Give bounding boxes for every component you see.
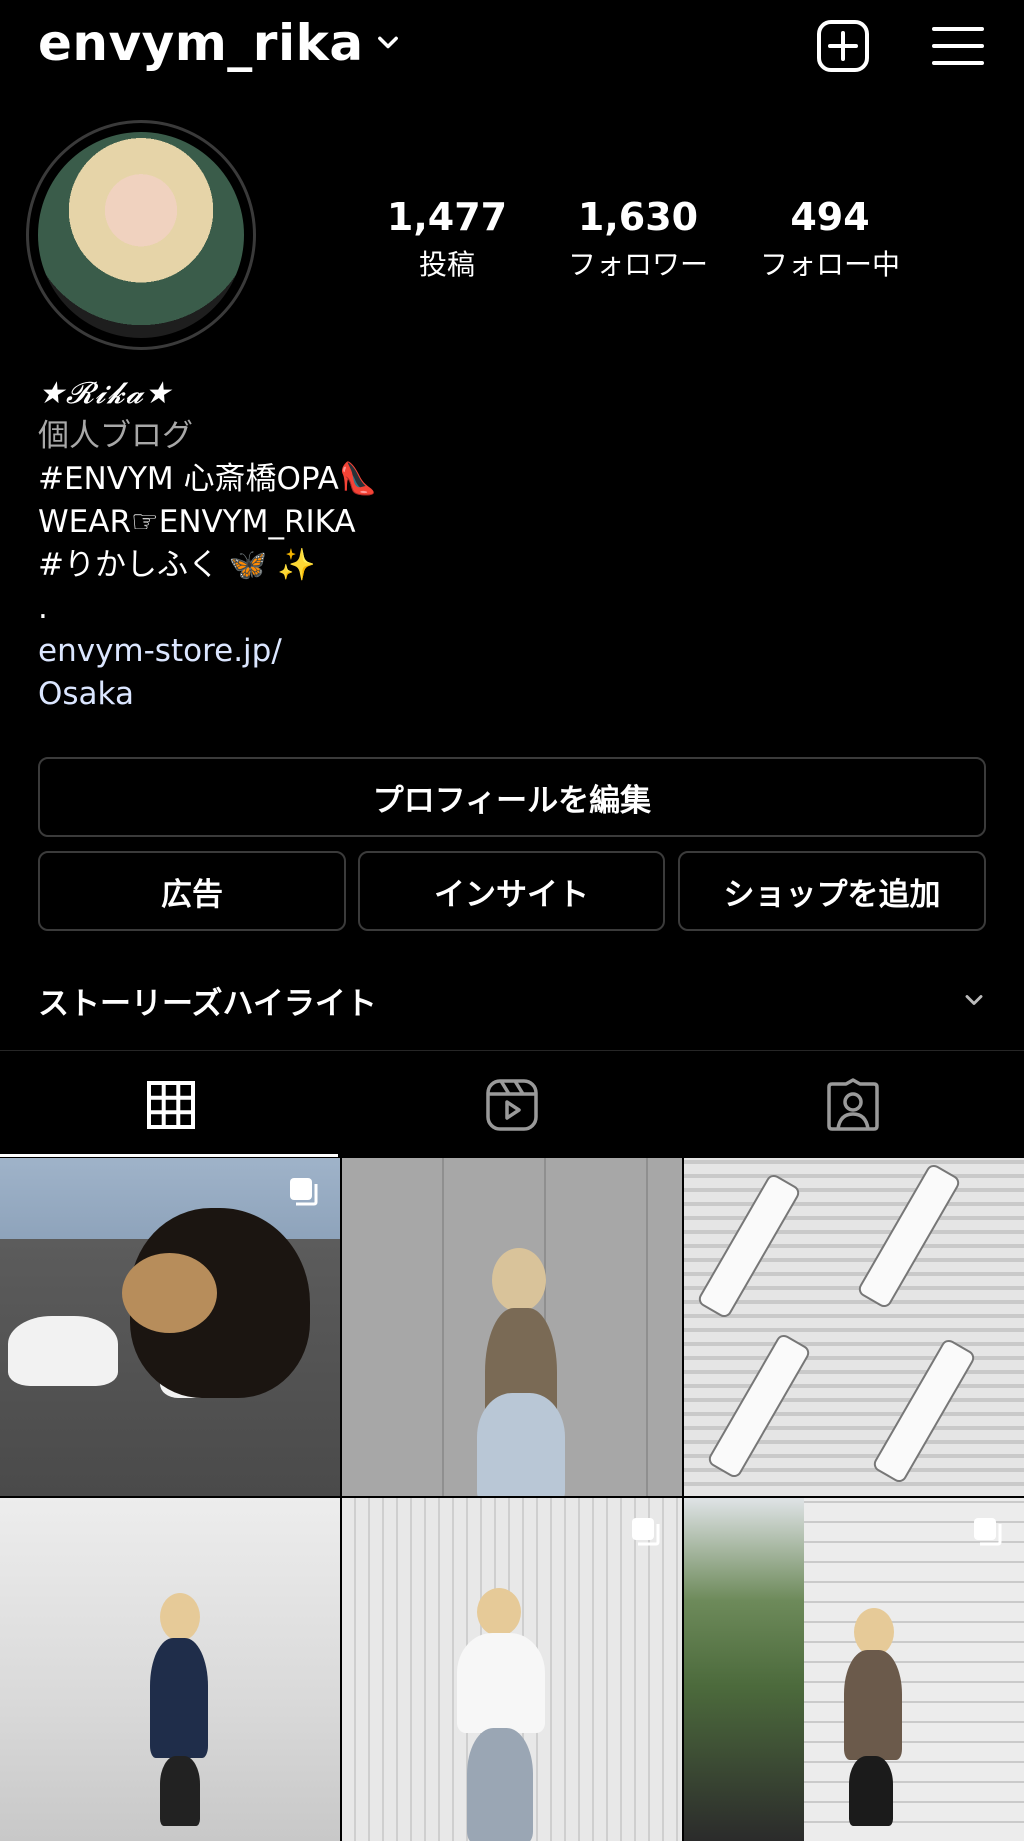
post-image-shape	[8, 1316, 118, 1386]
post-image-shape	[160, 1593, 200, 1641]
insights-button[interactable]: インサイト	[358, 851, 665, 931]
post-thumbnail[interactable]	[0, 1158, 340, 1496]
bio-line: WEAR☞ENVYM_RIKA	[38, 504, 356, 540]
post-image-shape	[849, 1756, 893, 1826]
multiple-photos-icon	[974, 1518, 1002, 1546]
post-image-shape	[457, 1633, 545, 1733]
bio-line: #りかしふく 🦋 ✨	[38, 547, 316, 583]
add-post-icon[interactable]	[815, 18, 871, 74]
website-link[interactable]: envym-store.jp/	[38, 630, 988, 673]
stat-followers[interactable]: 1,630 フォロワー	[553, 195, 723, 283]
post-thumbnail[interactable]	[684, 1158, 1024, 1496]
stat-label: 投稿	[418, 248, 475, 281]
post-image-shape	[477, 1588, 521, 1636]
stat-posts[interactable]: 1,477 投稿	[362, 195, 532, 283]
bio-line: .	[38, 590, 48, 626]
post-thumbnail[interactable]	[684, 1498, 1024, 1841]
grid-icon	[146, 1081, 195, 1129]
account-switcher[interactable]: envym_rika	[38, 14, 402, 72]
post-image-shape	[695, 1172, 803, 1320]
stat-label: フォロー中	[759, 248, 900, 281]
stat-following[interactable]: 494 フォロー中	[745, 195, 915, 283]
avatar[interactable]	[38, 132, 244, 338]
profile-category: 個人ブログ	[38, 418, 193, 454]
stat-value: 494	[790, 195, 870, 239]
post-image-shape	[492, 1248, 546, 1312]
multiple-photos-icon	[632, 1518, 660, 1546]
tab-reels[interactable]	[341, 1052, 682, 1158]
post-image-shape	[854, 1608, 894, 1656]
display-name: ★𝓡𝓲𝓴𝓪★	[38, 376, 173, 411]
highlights-label: ストーリーズハイライト	[38, 985, 377, 1022]
stat-value: 1,477	[386, 195, 508, 239]
bio-line: #ENVYM 心斎橋OPA👠	[38, 461, 378, 497]
multiple-photos-icon	[290, 1178, 318, 1206]
post-image-shape	[870, 1337, 978, 1485]
post-thumbnail[interactable]	[342, 1158, 682, 1496]
top-bar: envym_rika	[0, 0, 1024, 100]
post-image-shape	[705, 1332, 813, 1480]
ads-button[interactable]: 広告	[38, 851, 346, 931]
username: envym_rika	[38, 14, 364, 72]
post-image-shape	[477, 1393, 565, 1496]
profile-bio: ★𝓡𝓲𝓴𝓪★ 個人ブログ #ENVYM 心斎橋OPA👠 WEAR☞ENVYM_R…	[38, 372, 988, 716]
post-image-shape	[122, 1253, 217, 1333]
post-thumbnail[interactable]	[0, 1498, 340, 1841]
stat-label: フォロワー	[567, 248, 708, 281]
post-image-shape	[684, 1498, 804, 1841]
story-highlights-toggle[interactable]: ストーリーズハイライト	[38, 975, 988, 1025]
post-image-shape	[467, 1728, 533, 1841]
posts-grid	[0, 1158, 1024, 1841]
post-image-shape	[160, 1756, 200, 1826]
post-image-shape	[855, 1162, 963, 1310]
post-image-shape	[150, 1638, 208, 1758]
tab-tagged[interactable]	[682, 1052, 1023, 1158]
reels-icon	[485, 1079, 538, 1131]
divider	[0, 1050, 1024, 1051]
active-tab-indicator	[0, 1154, 338, 1157]
post-image-shape	[844, 1650, 902, 1760]
location-link[interactable]: Osaka	[38, 673, 988, 716]
post-thumbnail[interactable]	[342, 1498, 682, 1841]
tab-posts-grid[interactable]	[0, 1052, 341, 1158]
chevron-down-icon	[965, 995, 983, 1005]
menu-icon[interactable]	[930, 18, 986, 74]
tagged-icon	[826, 1078, 879, 1131]
edit-profile-button[interactable]: プロフィールを編集	[38, 757, 986, 837]
profile-tabs	[0, 1052, 1024, 1158]
stat-value: 1,630	[577, 195, 699, 239]
chevron-down-icon	[377, 36, 398, 49]
add-shop-button[interactable]: ショップを追加	[678, 851, 986, 931]
